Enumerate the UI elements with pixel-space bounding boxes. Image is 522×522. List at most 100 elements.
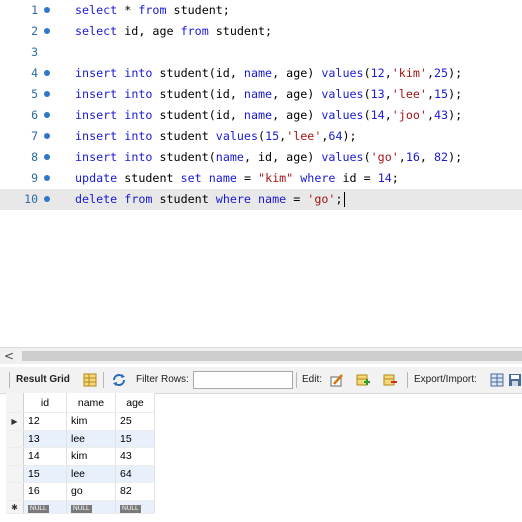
cell-name[interactable]: kim <box>66 412 116 431</box>
code-token: name <box>243 108 273 122</box>
cell-age[interactable]: 64 <box>115 465 155 483</box>
code-token: 64 <box>328 129 343 143</box>
cell-age[interactable]: 43 <box>115 447 155 466</box>
code-token: ( <box>363 150 371 164</box>
column-header-age[interactable]: age <box>115 393 155 413</box>
code-token: name <box>243 66 273 80</box>
code-text[interactable]: update student set name = "kim" where id… <box>75 168 399 189</box>
save-icon[interactable] <box>508 373 522 387</box>
editor-line[interactable]: 2 select id, age from student; <box>0 21 522 42</box>
line-number: 2 <box>31 24 38 38</box>
new-row[interactable]: ✱ NULL NULL NULL <box>6 500 155 514</box>
code-token: where <box>215 192 251 206</box>
code-text[interactable]: insert into student(id, name, age) value… <box>75 84 462 105</box>
statement-marker-icon <box>44 28 50 34</box>
code-token: 16 <box>405 150 420 164</box>
cell-name[interactable]: lee <box>66 430 116 448</box>
column-header-name[interactable]: name <box>66 393 116 413</box>
code-token: into <box>124 129 153 143</box>
statement-marker-icon <box>44 70 50 76</box>
table-row[interactable]: ▶ 12 kim 25 <box>6 412 155 431</box>
row-header[interactable] <box>6 447 24 466</box>
code-text[interactable]: insert into student(id, name, age) value… <box>75 105 462 126</box>
code-token: select <box>75 24 118 38</box>
toolbar-divider <box>296 372 297 388</box>
cell-name[interactable]: lee <box>66 465 116 483</box>
code-token: 'go' <box>370 150 399 164</box>
cell-age[interactable]: 25 <box>115 412 155 431</box>
edit-row-icon[interactable] <box>330 373 344 387</box>
row-header-corner <box>6 393 24 413</box>
code-token: from <box>138 3 167 17</box>
editor-line[interactable]: 5 insert into student(id, name, age) valu… <box>0 84 522 105</box>
code-text[interactable]: insert into student(name, id, age) value… <box>75 147 462 168</box>
table-row[interactable]: 15 lee 64 <box>6 465 155 483</box>
code-token: , age) <box>272 108 322 122</box>
refresh-icon[interactable] <box>112 373 126 387</box>
null-badge[interactable]: NULL <box>120 504 141 513</box>
cell-id[interactable]: 14 <box>23 447 67 466</box>
cell-id[interactable]: 13 <box>23 430 67 448</box>
row-header[interactable] <box>6 465 24 483</box>
editor-line[interactable]: 6 insert into student(id, name, age) valu… <box>0 105 522 126</box>
editor-line[interactable]: 1 select * from student; <box>0 0 522 21</box>
code-token: 'lee' <box>286 129 322 143</box>
code-text[interactable]: select * from student; <box>75 0 230 21</box>
code-token: delete <box>75 192 118 206</box>
editor-line[interactable]: 3 <box>0 42 522 63</box>
cell-age[interactable]: 82 <box>115 482 155 501</box>
editor-line[interactable]: 10 delete from student where name = 'go'; <box>0 189 522 210</box>
code-text[interactable]: select id, age from student; <box>75 21 272 42</box>
statement-marker-icon <box>44 133 50 139</box>
code-token: name <box>258 192 287 206</box>
add-row-icon[interactable] <box>356 373 370 387</box>
table-row[interactable]: 16 go 82 <box>6 482 155 501</box>
delete-row-icon[interactable] <box>383 373 397 387</box>
code-token: ); <box>448 66 463 80</box>
cell-id[interactable]: 15 <box>23 465 67 483</box>
form-view-icon[interactable] <box>83 373 97 387</box>
cell-name[interactable]: kim <box>66 447 116 466</box>
horizontal-scrollbar[interactable]: < <box>0 347 522 364</box>
cell-id[interactable]: 12 <box>23 412 67 431</box>
code-text[interactable]: delete from student where name = 'go'; <box>75 189 345 210</box>
filter-rows-input[interactable] <box>193 371 293 389</box>
code-token: 12 <box>370 66 385 80</box>
code-token: id, age <box>117 24 181 38</box>
text-caret <box>343 192 345 207</box>
scrollbar-thumb[interactable] <box>22 351 522 361</box>
table-row[interactable]: 13 lee 15 <box>6 430 155 448</box>
cell-age[interactable]: 15 <box>115 430 155 448</box>
row-header[interactable] <box>6 430 24 448</box>
editor-line[interactable]: 7 insert into student values(15,'lee',64)… <box>0 126 522 147</box>
result-grid[interactable]: id name age ▶ 12 kim 25 13 lee 15 14 kim… <box>6 393 155 514</box>
table-row[interactable]: 14 kim 43 <box>6 447 155 466</box>
code-token: , <box>384 108 392 122</box>
editor-line[interactable]: 9 update student set name = "kim" where i… <box>0 168 522 189</box>
code-token: ( <box>363 66 371 80</box>
cell-name[interactable]: go <box>66 482 116 501</box>
code-token: into <box>124 150 153 164</box>
null-badge[interactable]: NULL <box>28 504 49 513</box>
code-token: ( <box>363 87 371 101</box>
code-text[interactable]: insert into student values(15,'lee',64); <box>75 126 357 147</box>
line-number: 1 <box>31 3 38 17</box>
column-header-id[interactable]: id <box>23 393 67 413</box>
row-header[interactable] <box>6 482 24 501</box>
code-token: , <box>426 108 434 122</box>
null-badge[interactable]: NULL <box>71 504 92 513</box>
code-token: values <box>321 108 364 122</box>
code-token: into <box>124 108 153 122</box>
editor-line[interactable]: 4 insert into student(id, name, age) valu… <box>0 63 522 84</box>
code-text[interactable]: insert into student(id, name, age) value… <box>75 63 462 84</box>
code-token: values <box>321 150 364 164</box>
scroll-left-icon[interactable]: < <box>4 348 14 364</box>
export-icon[interactable] <box>490 373 504 387</box>
code-token: 15 <box>433 87 449 101</box>
sql-editor[interactable]: 1 select * from student; 2 select id, age f… <box>0 0 522 345</box>
editor-line[interactable]: 8 insert into student(name, id, age) valu… <box>0 147 522 168</box>
line-number: 5 <box>31 87 38 101</box>
cell-id[interactable]: 16 <box>23 482 67 501</box>
result-grid-label[interactable]: Result Grid <box>16 367 70 393</box>
